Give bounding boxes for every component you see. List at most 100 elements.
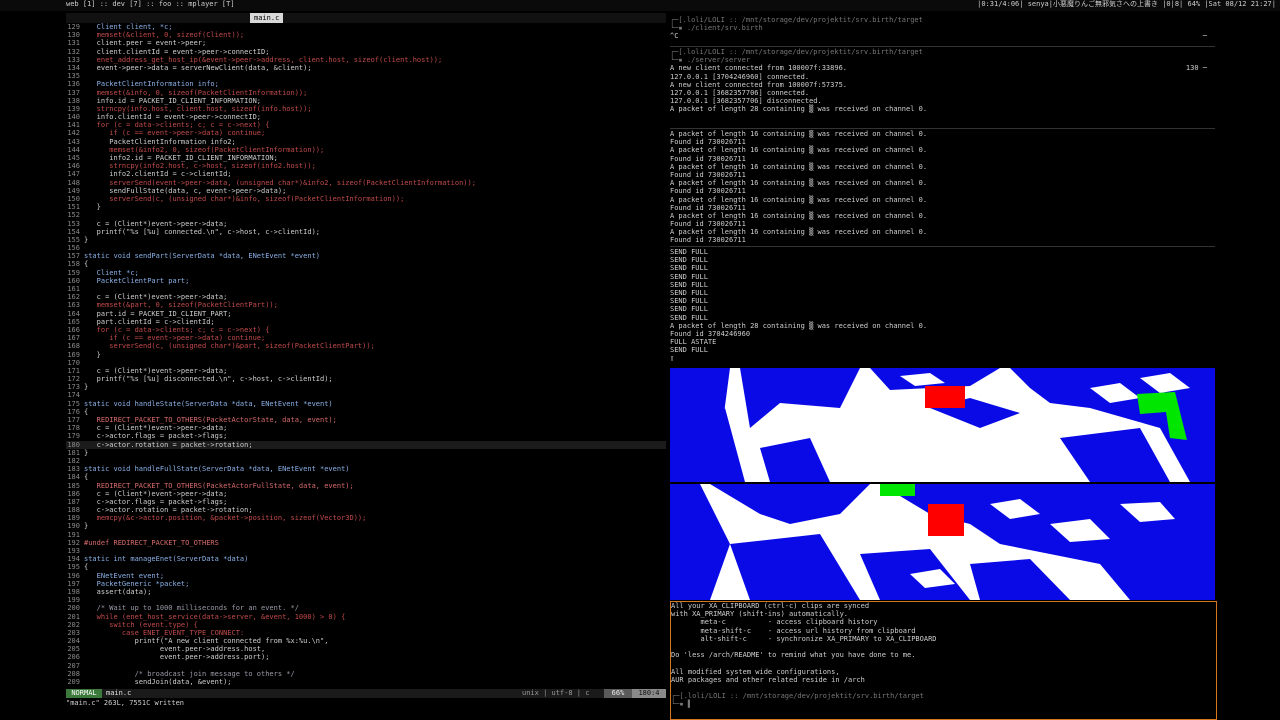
code-line[interactable]: 171 c = (Client*)event->peer->data; — [66, 367, 666, 375]
code-line[interactable]: 204 printf("A new client connected from … — [66, 637, 666, 645]
code-line[interactable]: 203 case ENET_EVENT_TYPE_CONNECT: — [66, 629, 666, 637]
code-line[interactable]: 140 info.clientId = event->peer->connect… — [66, 113, 666, 121]
code-line[interactable]: 206 event.peer->address.port); — [66, 653, 666, 661]
code-line[interactable]: 146 strncpy(info2.host, c->host, sizeof(… — [66, 162, 666, 170]
terminal-line: All modified system wide configurations, — [671, 667, 840, 676]
code-line[interactable]: 184 { — [66, 473, 666, 481]
code-line[interactable]: 143 PacketClientInformation info2; — [66, 138, 666, 146]
code-line[interactable]: 195 { — [66, 563, 666, 571]
code-line[interactable]: 193 — [66, 547, 666, 555]
code-line[interactable]: 141 for (c = data->clients; c; c = c->ne… — [66, 121, 666, 129]
code-text: memset(&info, 0, sizeof(PacketClientInfo… — [84, 88, 308, 97]
code-line[interactable]: 202 switch (event.type) { — [66, 621, 666, 629]
code-line[interactable]: 162 c = (Client*)event->peer->data; — [66, 293, 666, 301]
terminal-line: A packet of length 16 containing ▒ was r… — [670, 130, 928, 138]
code-line[interactable]: 172 printf("%s [%u] disconnected.\n", c-… — [66, 375, 666, 383]
code-line[interactable]: 189 memcpy(&c->actor.position, &packet->… — [66, 514, 666, 522]
code-line[interactable]: 156 — [66, 244, 666, 252]
code-line[interactable]: 196 ENetEvent event; — [66, 572, 666, 580]
code-line[interactable]: 192 #undef REDIRECT_PACKET_TO_OTHERS — [66, 539, 666, 547]
code-line[interactable]: 147 info2.clientId = c->clientId; — [66, 170, 666, 178]
code-line[interactable]: 168 serverSend(c, (unsigned char*)&part,… — [66, 342, 666, 350]
code-line[interactable]: 201 while (enet_host_service(data->serve… — [66, 613, 666, 621]
code-line[interactable]: 137 memset(&info, 0, sizeof(PacketClient… — [66, 89, 666, 97]
code-line[interactable]: 150 serverSend(c, (unsigned char*)&info,… — [66, 195, 666, 203]
code-line[interactable]: 149 sendFullState(data, c, event->peer->… — [66, 187, 666, 195]
code-line[interactable]: 153 c = (Client*)event->peer->data; — [66, 220, 666, 228]
code-line[interactable]: 138 info.id = PACKET_ID_CLIENT_INFORMATI… — [66, 97, 666, 105]
code-line[interactable]: 194 static int manageEnet(ServerData *dat… — [66, 555, 666, 563]
code-line[interactable]: 155} — [66, 236, 666, 244]
code-line[interactable]: 181} — [66, 449, 666, 457]
code-line[interactable]: 131 client.peer = event->peer; — [66, 39, 666, 47]
code-line[interactable]: 148 serverSend(event->peer->data, (unsig… — [66, 179, 666, 187]
code-line[interactable]: 199 — [66, 596, 666, 604]
code-text: info2.id = PACKET_ID_CLIENT_INFORMATION; — [84, 154, 278, 162]
code-text: REDIRECT_PACKET_TO_OTHERS(PacketActorSta… — [84, 416, 337, 424]
game-viewport-2[interactable] — [670, 484, 1215, 600]
code-line[interactable]: 190} — [66, 522, 666, 530]
code-line[interactable]: 157 static void sendPart(ServerData *data… — [66, 252, 666, 260]
code-line[interactable]: 135 — [66, 72, 666, 80]
code-line[interactable]: 163 memset(&part, 0, sizeof(PacketClient… — [66, 301, 666, 309]
line-number: 149 — [67, 186, 80, 195]
code-line[interactable]: 191 — [66, 531, 666, 539]
code-line[interactable]: 151 } — [66, 203, 666, 211]
workspace-tags[interactable]: web [1] :: dev [7] :: foo :: mplayer [T] — [66, 0, 235, 8]
code-line[interactable]: 144 memset(&info2, 0, sizeof(PacketClien… — [66, 146, 666, 154]
code-line[interactable]: 209 sendJoin(data, &event); — [66, 678, 666, 686]
code-line[interactable]: 186 c = (Client*)event->peer->data; — [66, 490, 666, 498]
code-line[interactable]: 166 for (c = data->clients; c; c = c->ne… — [66, 326, 666, 334]
code-line[interactable]: 154 printf("%s [%u] connected.\n", c->ho… — [66, 228, 666, 236]
code-line[interactable]: 145 info2.id = PACKET_ID_CLIENT_INFORMAT… — [66, 154, 666, 162]
code-line[interactable]: 183 static void handleFullState(ServerDat… — [66, 465, 666, 473]
code-line[interactable]: 165 part.clientId = c->clientId; — [66, 318, 666, 326]
code-line[interactable]: 139 strncpy(info.host, client.host, size… — [66, 105, 666, 113]
terminal-pane-shell[interactable]: All your XA_CLIPBOARD (ctrl-c) clips are… — [670, 601, 1217, 720]
code-line[interactable]: 152 — [66, 211, 666, 219]
code-line[interactable]: 198 assert(data); — [66, 588, 666, 596]
terminal-pane-state[interactable]: SEND FULL SEND FULL SEND FULL SEND FULL SEND… — [670, 248, 1215, 366]
code-line[interactable]: 173} — [66, 383, 666, 391]
code-line[interactable]: 174 — [66, 391, 666, 399]
code-line[interactable]: 142 if (c == event->peer->data) continue… — [66, 129, 666, 137]
code-line[interactable]: 158 { — [66, 260, 666, 268]
code-line[interactable]: 178 c = (Client*)event->peer->data; — [66, 424, 666, 432]
code-line[interactable]: 197 PacketGeneric *packet; — [66, 580, 666, 588]
code-line[interactable]: 129 Client client, *c; — [66, 23, 666, 31]
code-line[interactable]: 133 enet_address_get_host_ip(&event->pee… — [66, 56, 666, 64]
code-editor[interactable]: 129 Client client, *c; 130 memset(&client… — [66, 23, 666, 688]
code-line[interactable]: 167 if (c == event->peer->data) continue… — [66, 334, 666, 342]
terminal-pane-client[interactable]: ─ ┌─[.loli/LOLI :: /mnt/storage/dev/proj… — [670, 16, 1215, 47]
code-line[interactable]: 177 REDIRECT_PACKET_TO_OTHERS(PacketActo… — [66, 416, 666, 424]
line-number: 186 — [67, 489, 80, 498]
terminal-pane-packets[interactable]: A packet of length 16 containing ▒ was r… — [670, 130, 1215, 247]
code-line[interactable]: 208 /* broadcast join message to others … — [66, 670, 666, 678]
code-line[interactable]: 182 — [66, 457, 666, 465]
code-line[interactable]: 132 client.clientId = event->peer->conne… — [66, 48, 666, 56]
code-line[interactable]: 205 event.peer->address.host, — [66, 645, 666, 653]
code-line[interactable]: 179 c->actor.flags = packet->flags; — [66, 432, 666, 440]
code-line[interactable]: 134 event->peer->data = serverNewClient(… — [66, 64, 666, 72]
code-line[interactable]: 164 part.id = PACKET_ID_CLIENT_PART; — [66, 310, 666, 318]
terminal-pane-server[interactable]: 130 ─ ┌─[.loli/LOLI :: /mnt/storage/dev/… — [670, 48, 1215, 129]
code-text: c->actor.flags = packet->flags; — [84, 497, 228, 506]
code-line[interactable]: 187 c->actor.flags = packet->flags; — [66, 498, 666, 506]
code-line[interactable]: 169 } — [66, 351, 666, 359]
code-line[interactable]: 176 { — [66, 408, 666, 416]
code-line[interactable]: 170 — [66, 359, 666, 367]
vim-command-line[interactable]: "main.c" 263L, 7551C written — [66, 699, 184, 707]
code-line[interactable]: 188 c->actor.rotation = packet->rotation… — [66, 506, 666, 514]
code-line[interactable]: 185 REDIRECT_PACKET_TO_OTHERS(PacketActo… — [66, 482, 666, 490]
code-line[interactable]: 160 PacketClientPart part; — [66, 277, 666, 285]
game-viewport-1[interactable] — [670, 368, 1215, 482]
tab-main-c[interactable]: main.c — [250, 13, 284, 23]
code-line[interactable]: 180 c->actor.rotation = packet->rotation… — [66, 440, 666, 449]
code-line[interactable]: 159 Client *c; — [66, 269, 666, 277]
code-line[interactable]: 136 PacketClientInformation info; — [66, 80, 666, 88]
code-line[interactable]: 175 static void handleState(ServerData *d… — [66, 400, 666, 408]
code-line[interactable]: 161 — [66, 285, 666, 293]
code-line[interactable]: 130 memset(&client, 0, sizeof(Client)); — [66, 31, 666, 39]
code-line[interactable]: 207 — [66, 662, 666, 670]
code-line[interactable]: 200 /* Wait up to 1000 milliseconds for … — [66, 604, 666, 612]
